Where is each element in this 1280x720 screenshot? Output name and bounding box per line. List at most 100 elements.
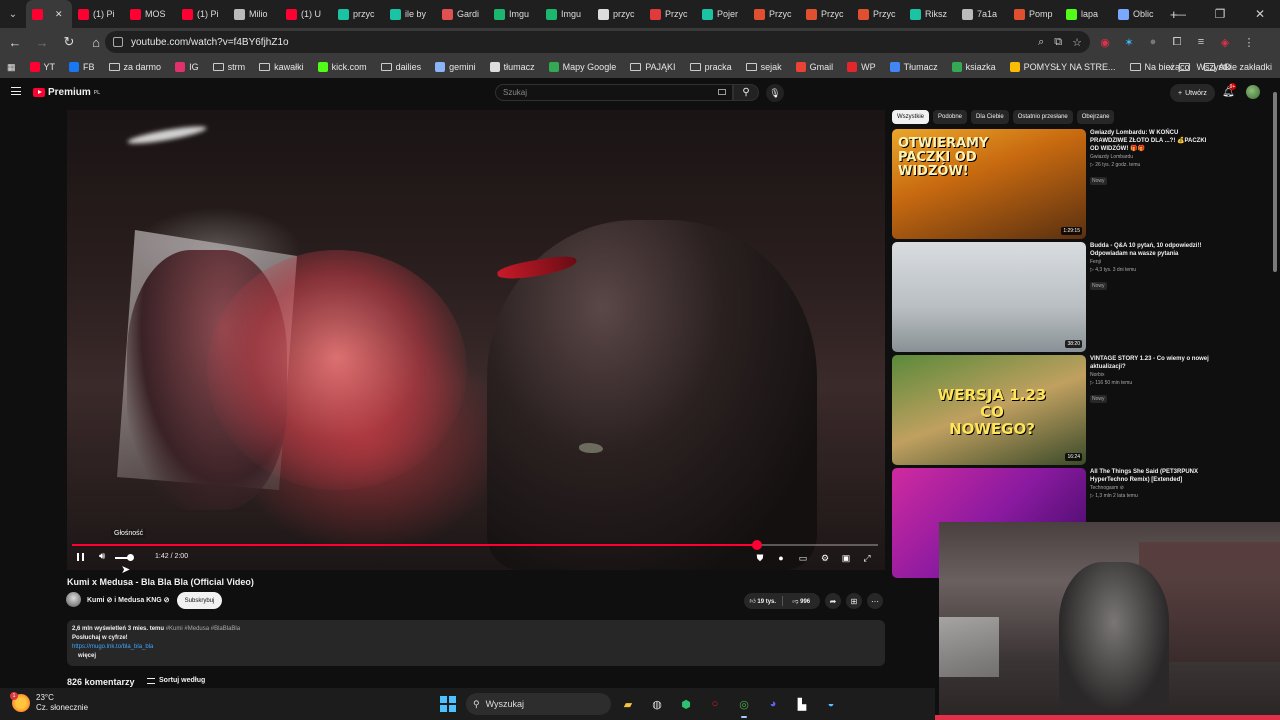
browser-tab[interactable]: Imgu (540, 0, 592, 28)
channel-avatar[interactable] (66, 592, 81, 607)
fullscreen-icon[interactable]: ⤢ (861, 552, 873, 564)
puzzle-icon[interactable]: ⧠ (1170, 36, 1184, 49)
bookmark-item[interactable]: WP (840, 62, 883, 72)
bookmark-item[interactable]: YT (23, 62, 63, 72)
bookmark-item[interactable]: kawałki (252, 62, 311, 72)
all-bookmarks-button[interactable]: Wszystkie zakładki (1196, 62, 1272, 72)
settings-gear-icon[interactable]: ⚙ (819, 552, 831, 564)
bookmark-item[interactable]: IG (168, 62, 206, 72)
close-tab-icon[interactable]: ✕ (55, 9, 63, 20)
windows-start-icon[interactable] (440, 696, 456, 712)
minimize-button[interactable]: — (1160, 0, 1200, 28)
recommended-video[interactable]: WERSJA 1.23 CO NOWEGO? 16:24 VINTAGE STORY… (892, 355, 1272, 465)
extension-icon-2[interactable]: ● (1146, 36, 1160, 48)
obs-icon[interactable]: ◍ (647, 694, 667, 714)
youtube-premium-logo[interactable]: Premium PL (33, 87, 100, 98)
bookmark-item[interactable]: kick.com (311, 62, 374, 72)
share-icon[interactable]: ➦ (825, 593, 841, 609)
filter-chip[interactable]: Ostatnio przesłane (1012, 110, 1073, 124)
autoplay-toggle-icon[interactable]: ● (775, 552, 787, 564)
video-thumbnail[interactable]: 38:20 (892, 242, 1086, 352)
video-player[interactable] (67, 110, 885, 570)
recommended-video[interactable]: OTWIERAMY PACZKI OD WIDZÓW! 1:29:15 Gwiazd… (892, 129, 1272, 239)
like-button[interactable]: 👍︎ 19 tys. (744, 597, 782, 605)
bookmark-item[interactable]: tłumacz (483, 62, 542, 72)
menu-dots-icon[interactable]: ⋮ (1242, 36, 1256, 49)
browser-tab[interactable]: MOS (124, 0, 176, 28)
restore-button[interactable]: ❐ (1200, 0, 1240, 28)
video-thumbnail[interactable]: OTWIERAMY PACZKI OD WIDZÓW! 1:29:15 (892, 129, 1086, 239)
hashtags[interactable]: #Kumi #Medusa #BlaBlaBla (166, 626, 240, 632)
scrollbar-thumb[interactable] (1273, 92, 1277, 272)
dislike-button[interactable]: 👎︎ 996 (783, 597, 821, 605)
recommended-channel[interactable]: Gwiazdy Lombardu (1090, 153, 1210, 161)
keyboard-icon[interactable] (718, 89, 726, 95)
video-thumbnail[interactable]: WERSJA 1.23 CO NOWEGO? 16:24 (892, 355, 1086, 465)
bookmark-item[interactable]: Mapy Google (542, 62, 624, 72)
bookmark-item[interactable]: Tłumacz (883, 62, 945, 72)
browser-tab[interactable]: Przyc (852, 0, 904, 28)
reload-icon[interactable]: ↻ (57, 30, 81, 54)
browser-tab[interactable]: Imgu (488, 0, 540, 28)
avatar[interactable] (1246, 85, 1260, 99)
browser-tab[interactable]: (1) U (280, 0, 332, 28)
extension-icon[interactable]: ✶ (1122, 36, 1136, 49)
browser-tab[interactable]: (1) Pi (72, 0, 124, 28)
file-explorer-icon[interactable]: ▰ (618, 694, 638, 714)
recommended-title[interactable]: Budda - Q&A 10 pytań, 10 odpowiedzi!! Od… (1090, 242, 1210, 258)
show-more-button[interactable]: więcej (78, 652, 880, 661)
browser-tab[interactable]: (1) Pi (176, 0, 228, 28)
create-button[interactable]: + Utwórz (1170, 84, 1215, 102)
back-arrow-icon[interactable]: ← (3, 30, 27, 54)
browser-tab[interactable]: ✕ (26, 0, 72, 28)
hamburger-menu-icon[interactable] (11, 87, 21, 95)
browser-tab[interactable]: przyc (332, 0, 384, 28)
channel-name[interactable]: Kumi ⊘ i Medusa KNG ⊘ (87, 596, 170, 604)
volume-icon[interactable]: 🔊︎ (99, 551, 105, 562)
bookmark-item[interactable]: PAJĄKI (623, 62, 682, 72)
browser-tab[interactable]: Gardi (436, 0, 488, 28)
filter-chip[interactable]: Wszystkie (892, 110, 929, 124)
filter-chip[interactable]: Dla Ciebie (971, 110, 1009, 124)
filter-chip[interactable]: Obejrzane (1076, 110, 1115, 124)
install-app-icon[interactable]: ⧉ (1054, 36, 1062, 49)
capcut-icon[interactable]: ▙ (792, 694, 812, 714)
theater-mode-icon[interactable]: ▣ (840, 552, 852, 564)
forward-arrow-icon[interactable]: → (30, 30, 54, 54)
browser-tab[interactable]: Przyc (800, 0, 852, 28)
recommended-video[interactable]: 38:20 Budda - Q&A 10 pytań, 10 odpowiedzi… (892, 242, 1272, 352)
video-progress-bar[interactable] (72, 540, 878, 550)
more-actions-icon[interactable]: ⋯ (867, 593, 883, 609)
close-window-button[interactable]: ✕ (1240, 0, 1280, 28)
recommended-title[interactable]: VINTAGE STORY 1.23 - Co wiemy o nowej ak… (1090, 355, 1210, 371)
pause-button[interactable] (77, 553, 84, 561)
bookmark-item[interactable]: gemini (428, 62, 483, 72)
address-bar[interactable]: youtube.com/watch?v=f4BY6fjhZ1o ⌕ ⧉ ☆ (105, 31, 1090, 53)
subscribe-button[interactable]: Subskrybuj (177, 592, 222, 609)
discord-icon[interactable]: ◕ (763, 694, 783, 714)
volume-slider-knob[interactable] (127, 554, 134, 561)
bookmark-item[interactable]: dailies (374, 62, 429, 72)
apps-grid-icon[interactable]: ▦ (0, 62, 23, 73)
record-extension-icon[interactable]: ◉ (1098, 36, 1112, 49)
bookmark-item[interactable]: Gmail (789, 62, 841, 72)
zoom-icon[interactable]: ⌕ (1038, 36, 1044, 49)
recommended-title[interactable]: All The Things She Said (PET3RPUNX Hyper… (1090, 468, 1210, 484)
browser-tab[interactable]: Przyc (644, 0, 696, 28)
profile-icon[interactable]: ◈ (1218, 36, 1232, 49)
recommended-channel[interactable]: Technogasm ⊘ (1090, 484, 1210, 492)
media-queue-icon[interactable]: ≡ (1194, 36, 1208, 48)
subtitles-icon[interactable]: ▭ (797, 552, 809, 564)
bookmark-item[interactable]: ksiazka (945, 62, 1003, 72)
search-button[interactable]: ⚲ (733, 84, 759, 101)
browser-tab[interactable]: Pomp (1008, 0, 1060, 28)
description-link[interactable]: https://mugo.lnk.to/bla_bla_bla (72, 643, 880, 652)
sponsorblock-shield-icon[interactable]: ⛊ (754, 552, 766, 564)
bookmark-star-icon[interactable]: ☆ (1072, 36, 1082, 49)
bookmark-item[interactable]: pracka (683, 62, 739, 72)
opera-icon[interactable]: ○ (705, 694, 725, 714)
page-scrollbar[interactable] (1272, 92, 1278, 522)
tab-search-chevron-icon[interactable]: ⌄ (0, 0, 26, 28)
recommended-title[interactable]: Gwiazdy Lombardu: W KOŃCU PRAWDZIWE ZŁOT… (1090, 129, 1210, 153)
microphone-icon[interactable]: 🎙︎ (766, 84, 784, 102)
